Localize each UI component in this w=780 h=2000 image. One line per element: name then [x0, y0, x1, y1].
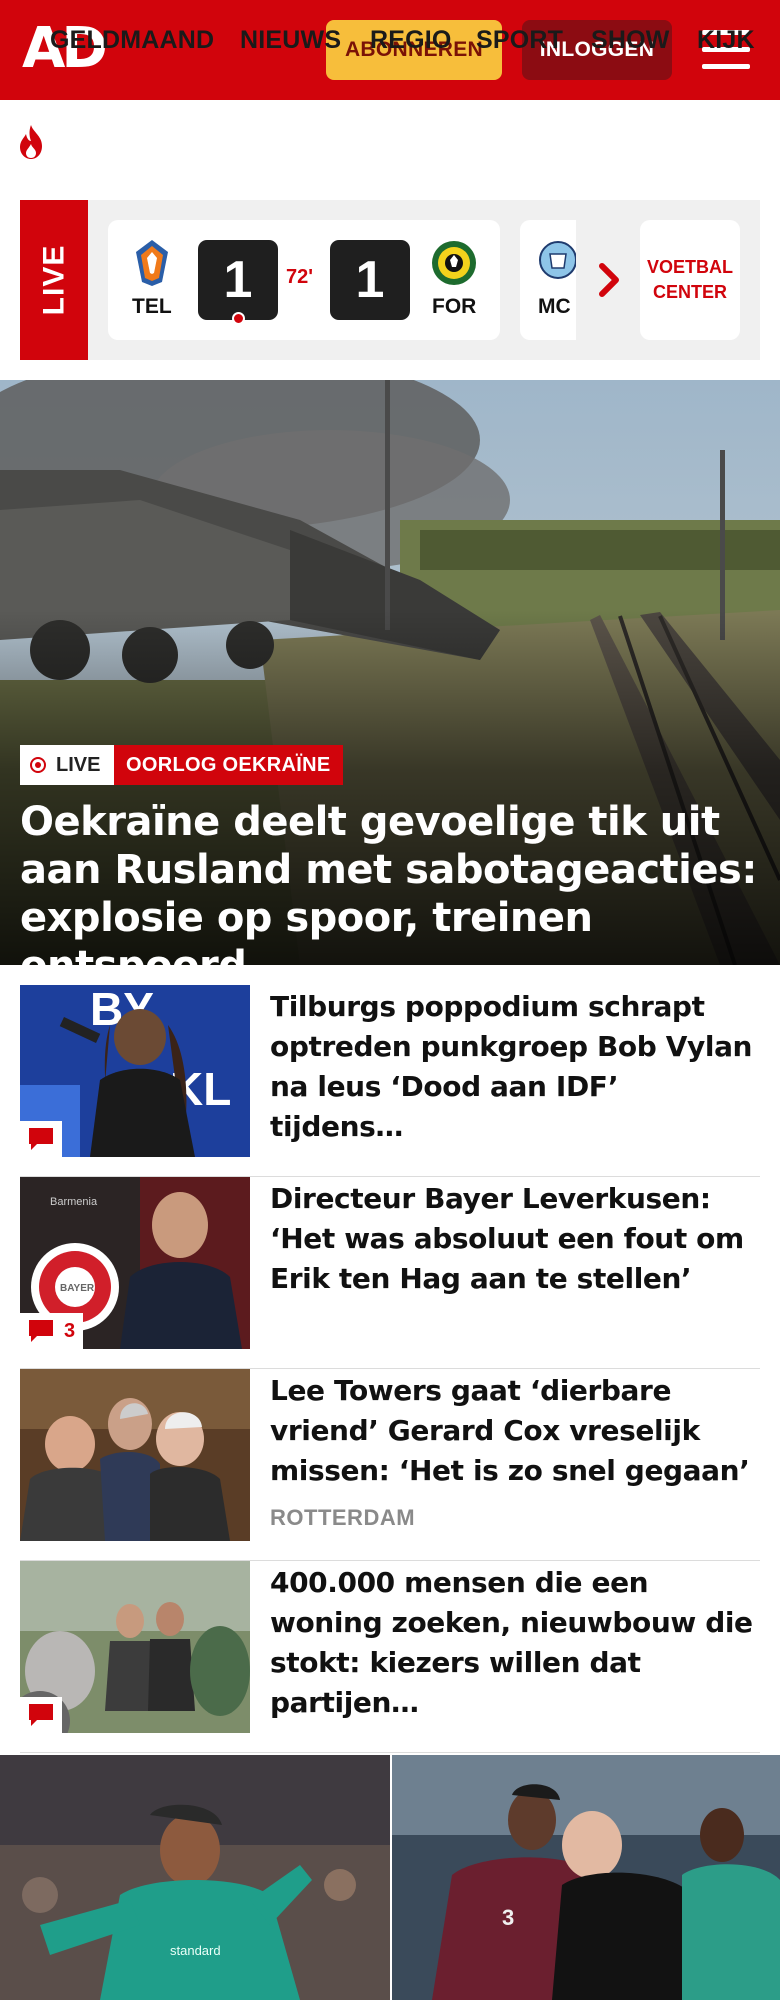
football-center-link[interactable]: VOETBAL CENTER	[640, 220, 740, 340]
nav-item-sport[interactable]: SPORT	[476, 26, 563, 55]
nav-item-kijk[interactable]: KIJK	[697, 26, 755, 55]
team-crest-icon	[432, 241, 476, 285]
hero-title[interactable]: Oekraïne deelt gevoelige tik uit aan Rus…	[20, 798, 765, 990]
live-indicator-dot	[232, 312, 245, 325]
chevron-right-icon[interactable]	[592, 262, 626, 298]
live-record-icon	[30, 757, 46, 773]
home-team: TEL	[132, 295, 172, 318]
topic-tag[interactable]: OORLOG OEKRAÏNE	[114, 745, 343, 785]
comment-icon	[29, 1704, 53, 1726]
sports-teaser-image[interactable]: 3	[392, 1755, 780, 2000]
nav-item-regio[interactable]: REGIO	[370, 26, 452, 55]
article-title[interactable]: Directeur Bayer Leverkusen: ‘Het was abs…	[270, 1179, 760, 1299]
away-team: FOR	[432, 295, 477, 318]
comment-icon	[29, 1320, 53, 1342]
article-region: ROTTERDAM	[270, 1505, 416, 1530]
nav-item-show[interactable]: SHOW	[591, 26, 670, 55]
svg-text:Barmenia: Barmenia	[50, 1196, 98, 1208]
section-nav	[0, 100, 780, 182]
svg-text:3: 3	[502, 1905, 514, 1930]
article-thumbnail	[20, 1369, 250, 1541]
comment-badge[interactable]: 3	[20, 1313, 84, 1349]
article-title[interactable]: 400.000 mensen die een woning zoeken, ni…	[270, 1563, 760, 1723]
svg-text:BAYER: BAYER	[60, 1283, 95, 1294]
away-score: 1	[330, 240, 410, 320]
article-title[interactable]: Lee Towers gaat ‘dierbare vriend’ Gerard…	[270, 1371, 760, 1491]
home-score: 1	[198, 240, 278, 320]
article-item[interactable]: BY KL Tilburgs poppodium schrapt optrede…	[20, 985, 760, 1177]
article-item[interactable]: BAYER Barmenia 3 Directeur Bayer Leverku…	[20, 1177, 760, 1369]
nav-item-nieuws[interactable]: NIEUWS	[240, 26, 341, 55]
article-item[interactable]: Lee Towers gaat ‘dierbare vriend’ Gerard…	[20, 1369, 760, 1561]
article-item[interactable]: 400.000 mensen die een woning zoeken, ni…	[20, 1561, 760, 1753]
nav-item-geldmaand[interactable]: GELDMAAND	[50, 26, 214, 55]
comment-badge[interactable]	[20, 1697, 62, 1733]
comment-icon	[29, 1128, 53, 1150]
comment-count: 3	[64, 1319, 76, 1342]
team-crest-icon	[136, 240, 168, 286]
next-match-card[interactable]: MC	[520, 220, 576, 340]
svg-text:standard: standard	[170, 1943, 221, 1958]
match-minute: 72'	[286, 266, 314, 288]
article-title[interactable]: Tilburgs poppodium schrapt optreden punk…	[270, 987, 760, 1147]
next-match-home: MC	[538, 295, 571, 318]
sports-teaser-image[interactable]: standard	[0, 1755, 390, 2000]
flame-icon	[20, 125, 42, 159]
team-crest-icon	[539, 241, 576, 279]
live-label: LIVE	[37, 244, 70, 316]
comment-badge[interactable]	[20, 1121, 62, 1157]
